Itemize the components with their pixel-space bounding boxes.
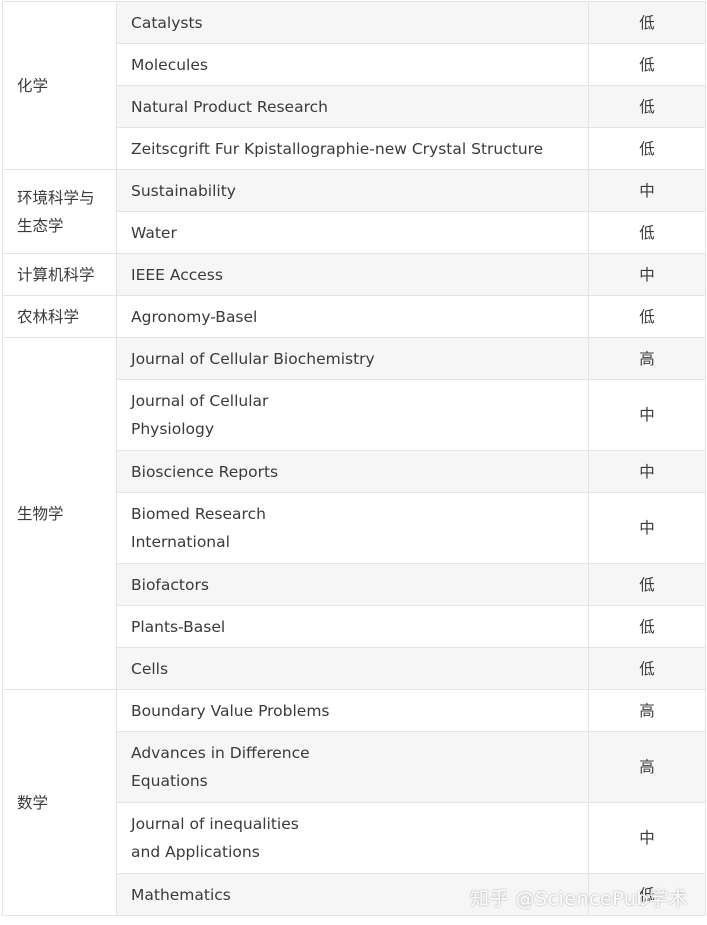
level-cell: 中 <box>588 492 706 564</box>
journal-cell: Bioscience Reports <box>116 450 589 493</box>
table-row: 化学 Catalysts 低 <box>2 1 706 170</box>
table-row: 环境科学与生态学 Sustainability 中 <box>2 169 706 254</box>
level-cell: 中 <box>588 802 706 874</box>
journal-cell: Agronomy-Basel <box>116 295 589 338</box>
level-cell: 低 <box>588 85 706 128</box>
journal-cell: Biomed Research International <box>116 492 589 564</box>
table-row: 计算机科学 IEEE Access 中 <box>2 253 706 296</box>
level-cell: 低 <box>588 43 706 86</box>
level-cell: 低 <box>588 647 706 690</box>
journal-cell: IEEE Access <box>116 253 589 296</box>
journal-cell: Biofactors <box>116 563 589 606</box>
table-row: 农林科学 Agronomy-Basel 低 <box>2 295 706 338</box>
level-cell: 低 <box>588 211 706 254</box>
subject-cell: 农林科学 <box>2 295 117 338</box>
level-cell: 高 <box>588 337 706 380</box>
subject-cell: 化学 <box>2 1 117 170</box>
level-cell: 中 <box>588 169 706 212</box>
journal-text: Advances in Difference Equations <box>131 744 310 790</box>
journal-cell: Sustainability <box>116 169 589 212</box>
subject-cell: 环境科学与生态学 <box>2 169 117 254</box>
level-cell: 低 <box>588 1 706 44</box>
level-cell: 高 <box>588 689 706 732</box>
table-row: 生物学 Journal of Cellular Biochemistry 高 <box>2 337 706 690</box>
level-cell: 低 <box>588 605 706 648</box>
journal-text: Journal of inequalities and Applications <box>131 815 299 861</box>
level-cell: 高 <box>588 731 706 803</box>
journal-table: 化学 Catalysts 低 Molecules 低 Natural Produ… <box>2 1 706 916</box>
journal-cell: Journal of inequalities and Applications <box>116 802 589 874</box>
journal-cell: Plants-Basel <box>116 605 589 648</box>
journal-text: Journal of Cellular Physiology <box>131 392 269 438</box>
journal-cell: Cells <box>116 647 589 690</box>
level-cell: 中 <box>588 379 706 451</box>
level-cell: 中 <box>588 450 706 493</box>
journal-cell: Molecules <box>116 43 589 86</box>
journal-cell: Journal of Cellular Biochemistry <box>116 337 589 380</box>
journal-cell: Advances in Difference Equations <box>116 731 589 803</box>
journal-text: Biomed Research International <box>131 505 266 551</box>
table-row: 数学 Boundary Value Problems 高 <box>2 689 706 916</box>
journal-cell: Boundary Value Problems <box>116 689 589 732</box>
level-cell: 低 <box>588 563 706 606</box>
journal-cell: Natural Product Research <box>116 85 589 128</box>
subject-cell: 生物学 <box>2 337 117 690</box>
journal-cell: Zeitscgrift Fur Kpistallographie-new Cry… <box>116 127 589 170</box>
subject-cell: 数学 <box>2 689 117 916</box>
level-cell: 低 <box>588 295 706 338</box>
subject-cell: 计算机科学 <box>2 253 117 296</box>
level-cell: 中 <box>588 253 706 296</box>
journal-cell: Catalysts <box>116 1 589 44</box>
level-cell: 低 <box>588 127 706 170</box>
journal-cell: Water <box>116 211 589 254</box>
watermark: 知乎 @SciencePub学术 <box>470 888 688 910</box>
journal-cell: Journal of Cellular Physiology <box>116 379 589 451</box>
